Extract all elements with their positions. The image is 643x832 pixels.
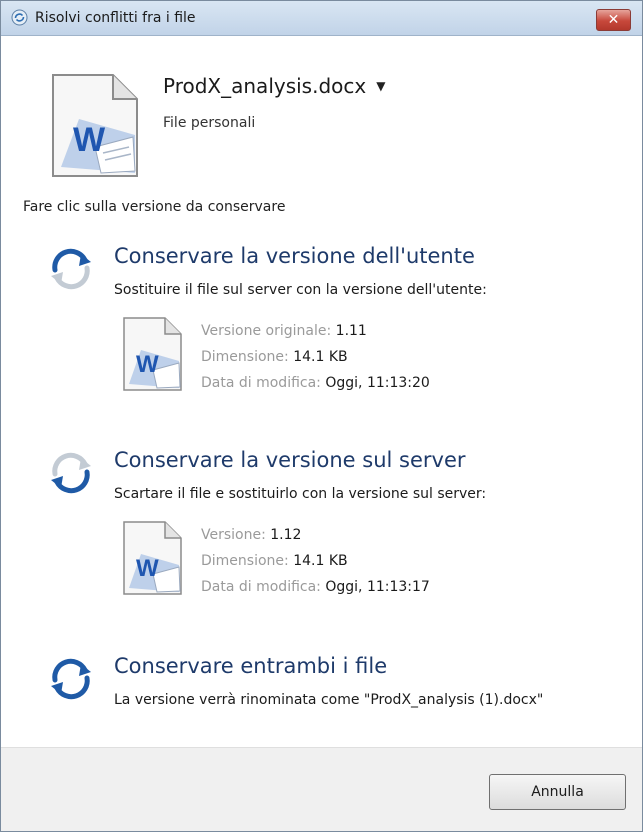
option-description: Scartare il file e sostituirlo con la ve…: [114, 486, 487, 502]
option-title: Conservare la versione sul server: [114, 448, 466, 472]
detail-value: 1.11: [335, 323, 367, 339]
app-icon: [11, 9, 28, 26]
option-title: Conservare entrambi i file: [114, 654, 388, 678]
instruction-text: Fare clic sulla versione da conservare: [23, 199, 286, 215]
option-description: La versione verrà rinominata come "ProdX…: [114, 692, 544, 708]
title-bar: Risolvi conflitti fra i file ✕: [1, 1, 642, 36]
detail-row: Dimensione: 14.1 KB: [201, 344, 430, 370]
detail-row: Data di modifica: Oggi, 11:13:20: [201, 370, 430, 396]
detail-value: 14.1 KB: [293, 553, 348, 569]
detail-label: Dimensione:: [201, 349, 289, 365]
file-location: File personali: [163, 115, 256, 131]
word-document-icon: W: [123, 521, 182, 595]
version-details: Versione: 1.12 Dimensione: 14.1 KB Data …: [201, 522, 430, 600]
sync-icon: [51, 452, 91, 494]
detail-value: 14.1 KB: [293, 349, 348, 365]
detail-row: Versione: 1.12: [201, 522, 430, 548]
detail-row: Data di modifica: Oggi, 11:13:17: [201, 574, 430, 600]
dialog-footer: Annulla: [1, 747, 642, 831]
option-description: Sostituire il file sul server con la ver…: [114, 282, 487, 298]
detail-value: 1.12: [270, 527, 302, 543]
chevron-down-icon: ▼: [376, 79, 386, 93]
file-name-dropdown[interactable]: ProdX_analysis.docx ▼: [163, 74, 385, 98]
detail-label: Data di modifica:: [201, 579, 321, 595]
detail-value: Oggi, 11:13:17: [325, 579, 430, 595]
detail-label: Data di modifica:: [201, 375, 321, 391]
dialog-content: W ProdX_analysis.docx ▼ File personali F…: [1, 36, 642, 748]
detail-value: Oggi, 11:13:20: [325, 375, 430, 391]
keep-user-version-option[interactable]: Conservare la versione dell'utente Sosti…: [41, 244, 631, 419]
close-button[interactable]: ✕: [596, 9, 631, 31]
detail-label: Versione:: [201, 527, 266, 543]
keep-both-files-option[interactable]: Conservare entrambi i file La versione v…: [41, 654, 631, 724]
svg-text:W: W: [73, 121, 106, 159]
detail-row: Dimensione: 14.1 KB: [201, 548, 430, 574]
keep-server-version-option[interactable]: Conservare la versione sul server Scarta…: [41, 448, 631, 623]
version-details: Versione originale: 1.11 Dimensione: 14.…: [201, 318, 430, 396]
sync-icon: [51, 248, 91, 290]
conflict-dialog: Risolvi conflitti fra i file ✕ W ProdX_a…: [0, 0, 643, 832]
detail-label: Dimensione:: [201, 553, 289, 569]
svg-text:W: W: [136, 555, 159, 582]
sync-icon: [51, 658, 91, 700]
window-title: Risolvi conflitti fra i file: [35, 10, 196, 26]
close-icon: ✕: [607, 12, 620, 28]
svg-text:W: W: [136, 351, 159, 378]
word-document-icon: W: [52, 74, 138, 177]
detail-row: Versione originale: 1.11: [201, 318, 430, 344]
cancel-button[interactable]: Annulla: [489, 774, 626, 810]
option-title: Conservare la versione dell'utente: [114, 244, 475, 268]
file-name: ProdX_analysis.docx: [163, 74, 367, 98]
detail-label: Versione originale:: [201, 323, 332, 339]
word-document-icon: W: [123, 317, 182, 391]
